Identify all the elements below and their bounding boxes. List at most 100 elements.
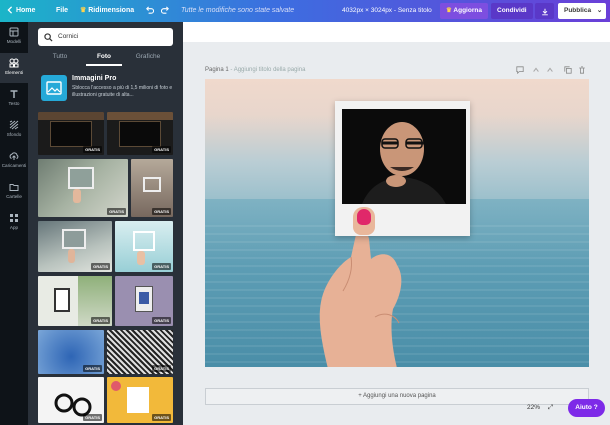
chevron-down-icon: ⌄	[596, 7, 603, 14]
crown-icon: ♛	[446, 7, 452, 14]
chevron-up-icon[interactable]	[532, 66, 540, 74]
context-toolbar	[183, 22, 610, 42]
free-badge: GRATIS	[152, 365, 171, 372]
photo-result[interactable]: GRATIS	[107, 377, 173, 423]
help-button[interactable]: Aiuto ?	[568, 399, 605, 417]
photo-result[interactable]: GRATIS	[38, 159, 128, 217]
download-icon	[541, 9, 548, 16]
resize-label: Ridimensiona	[88, 7, 135, 14]
upgrade-button[interactable]: ♛ Aggiorna	[440, 3, 488, 19]
free-badge: GRATIS	[91, 263, 110, 270]
page-label[interactable]: Pagina 1 - Aggiungi titolo della pagina	[205, 67, 305, 73]
rail-label: Cartelle	[6, 194, 22, 199]
elements-panel: Cornici Tutto Foto Grafiche Immagini Pro…	[28, 22, 183, 425]
search-value: Cornici	[58, 33, 79, 40]
rail-label: Modelli	[6, 39, 22, 44]
fullscreen-icon[interactable]: ⤢	[548, 404, 553, 411]
free-badge: GRATIS	[83, 365, 102, 372]
photo-result[interactable]: GRATIS	[38, 112, 104, 155]
elements-icon	[9, 58, 19, 68]
rail-label: App	[9, 225, 19, 230]
page-tools	[516, 66, 606, 76]
rail-item-elementi[interactable]: Elementi	[0, 53, 28, 83]
rail-item-app[interactable]: App	[0, 208, 28, 238]
home-button[interactable]: Home	[6, 0, 35, 22]
photo-result[interactable]: GRATIS	[115, 276, 173, 326]
resize-button[interactable]: ♛ Ridimensiona	[80, 0, 134, 22]
photo-result[interactable]: GRATIS	[38, 276, 112, 326]
photo-result[interactable]: GRATIS	[38, 377, 104, 423]
crown-icon: ♛	[80, 7, 87, 14]
folder-icon	[9, 184, 19, 191]
zoom-value: 22%	[527, 404, 541, 411]
tab-grafiche[interactable]: Grafiche	[128, 53, 168, 60]
add-page-button[interactable]: + Aggiungi una nuova pagina	[205, 388, 589, 405]
rail-label: Elementi	[5, 70, 23, 75]
free-badge: GRATIS	[152, 414, 171, 421]
thumb-image	[353, 207, 375, 235]
nail-polish	[357, 209, 371, 225]
redo-icon	[160, 6, 169, 14]
portrait-photo[interactable]	[342, 109, 466, 204]
redo-button[interactable]	[160, 0, 170, 22]
rail-label: Testo	[8, 101, 20, 106]
apps-icon	[10, 214, 18, 222]
free-badge: GRATIS	[152, 317, 171, 324]
editor-stage: Pagina 1 - Aggiungi titolo della pagina	[183, 22, 610, 425]
left-rail: Modelli Elementi Testo Sfondo Caricament…	[0, 22, 28, 425]
free-badge: GRATIS	[83, 414, 102, 421]
chevron-up-icon[interactable]	[546, 66, 554, 74]
photo-result[interactable]: GRATIS	[38, 221, 112, 272]
upgrade-label: Aggiorna	[453, 7, 482, 14]
portrait-image	[362, 122, 446, 204]
file-menu[interactable]: File	[56, 0, 68, 22]
free-badge: GRATIS	[91, 317, 110, 324]
rail-label: Sfondo	[6, 132, 22, 137]
image-icon	[41, 75, 67, 101]
undo-icon	[146, 6, 155, 14]
rail-item-caricamenti[interactable]: Caricamenti	[0, 146, 28, 176]
publish-button[interactable]: Pubblica ⌄	[558, 3, 606, 19]
upload-icon	[9, 152, 19, 160]
search-icon	[44, 32, 53, 42]
free-badge: GRATIS	[152, 146, 171, 153]
comment-icon[interactable]	[516, 66, 524, 74]
page-title-placeholder[interactable]: Aggiungi titolo della pagina	[234, 67, 306, 73]
promo-title: Immagini Pro	[72, 75, 117, 82]
trash-icon[interactable]	[578, 66, 586, 74]
rail-item-sfondo[interactable]: Sfondo	[0, 115, 28, 145]
top-toolbar: Home File ♛ Ridimensiona Tutte le modifi…	[0, 0, 610, 22]
share-button[interactable]: Condividi	[491, 3, 533, 19]
canva-editor: Home File ♛ Ridimensiona Tutte le modifi…	[0, 0, 610, 425]
rail-item-modelli[interactable]: Modelli	[0, 22, 28, 52]
template-icon	[9, 27, 19, 37]
photo-result[interactable]: GRATIS	[107, 112, 173, 155]
document-info: 4032px × 3024px - Senza titolo	[342, 7, 432, 14]
rail-label: Caricamenti	[1, 163, 27, 168]
tab-foto[interactable]: Foto	[84, 53, 124, 60]
photo-result[interactable]: GRATIS	[115, 221, 173, 272]
tab-underline	[86, 64, 122, 66]
tab-tutto[interactable]: Tutto	[40, 53, 80, 60]
search-input[interactable]: Cornici	[38, 28, 173, 46]
download-button[interactable]	[535, 3, 554, 19]
design-page[interactable]	[205, 79, 589, 367]
page-number: Pagina 1	[205, 67, 229, 73]
background-icon	[9, 120, 19, 130]
zoom-level[interactable]: 22% ⤢	[527, 404, 553, 412]
photo-result[interactable]: GRATIS	[107, 330, 173, 374]
rail-item-testo[interactable]: Testo	[0, 84, 28, 114]
text-icon	[10, 90, 18, 98]
pro-images-promo[interactable]: Immagini Pro Sblocca l'accesso a più di …	[38, 72, 178, 112]
rail-item-cartelle[interactable]: Cartelle	[0, 177, 28, 207]
chevron-left-icon	[7, 6, 13, 14]
publish-label: Pubblica	[564, 7, 592, 14]
photo-result[interactable]: GRATIS	[131, 159, 173, 217]
photo-result[interactable]: GRATIS	[38, 330, 104, 374]
free-badge: GRATIS	[152, 208, 171, 215]
undo-button[interactable]	[145, 0, 155, 22]
duplicate-icon[interactable]	[564, 66, 572, 74]
free-badge: GRATIS	[107, 208, 126, 215]
save-status: Tutte le modifiche sono state salvate	[181, 7, 295, 14]
free-badge: GRATIS	[152, 263, 171, 270]
